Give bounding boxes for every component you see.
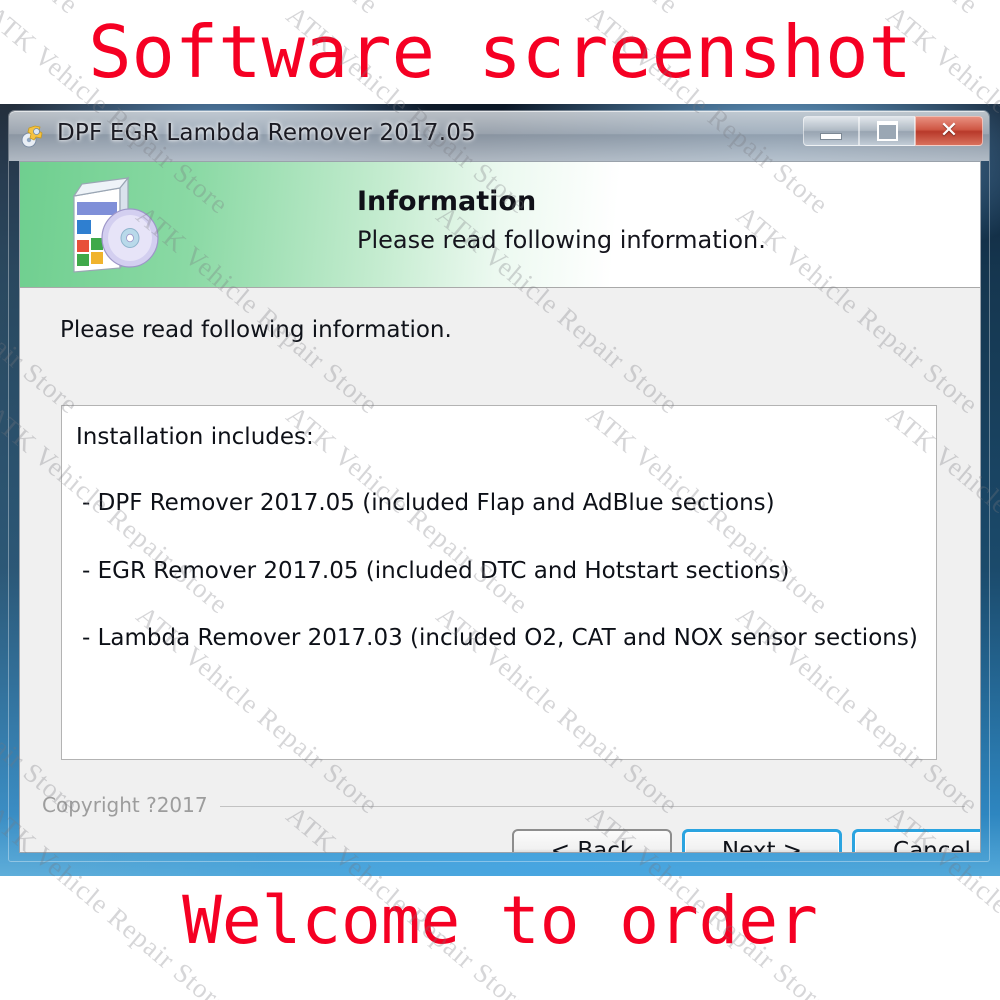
bottom-banner-text: Welcome to order xyxy=(182,882,818,959)
dialog-client-area: Information Please read following inform… xyxy=(19,161,981,853)
wizard-page-title: Information xyxy=(357,186,537,217)
minimize-button[interactable] xyxy=(803,116,859,146)
info-line-item: - EGR Remover 2017.05 (included DTC and … xyxy=(82,558,790,584)
cancel-button[interactable]: Cancel xyxy=(852,829,980,853)
cancel-button-label: Cancel xyxy=(893,838,971,853)
close-button[interactable]: ✕ xyxy=(915,116,983,146)
next-button-label: Next > xyxy=(721,838,803,853)
info-line-heading: Installation includes: xyxy=(76,424,314,450)
installer-dialog: DPF EGR Lambda Remover 2017.05 ✕ Informa… xyxy=(8,110,990,862)
top-banner-text: Software screenshot xyxy=(88,10,912,94)
installer-package-icon xyxy=(21,123,47,149)
title-bar[interactable]: DPF EGR Lambda Remover 2017.05 ✕ xyxy=(9,111,989,161)
application-window: DPF EGR Lambda Remover 2017.05 ✕ Informa… xyxy=(0,104,1000,876)
information-textbox[interactable]: Installation includes: - DPF Remover 201… xyxy=(61,405,937,760)
info-line-item: - DPF Remover 2017.05 (included Flap and… xyxy=(82,490,775,516)
copyright-label: Copyright ?2017 xyxy=(42,793,208,817)
footer-divider xyxy=(220,806,965,807)
back-button[interactable]: < Back xyxy=(512,829,672,853)
next-button[interactable]: Next > xyxy=(682,829,842,853)
window-title: DPF EGR Lambda Remover 2017.05 xyxy=(57,120,476,146)
maximize-button[interactable] xyxy=(859,116,915,146)
body-lead-text: Please read following information. xyxy=(60,317,452,343)
wizard-page-subtitle: Please read following information. xyxy=(357,226,766,254)
maximize-icon xyxy=(876,121,898,141)
minimize-icon xyxy=(820,132,842,140)
close-icon: ✕ xyxy=(939,118,959,143)
software-box-cd-icon xyxy=(60,174,164,278)
info-line-item: - Lambda Remover 2017.03 (included O2, C… xyxy=(82,625,918,651)
wizard-header: Information Please read following inform… xyxy=(20,162,980,288)
back-button-label: < Back xyxy=(550,838,634,853)
